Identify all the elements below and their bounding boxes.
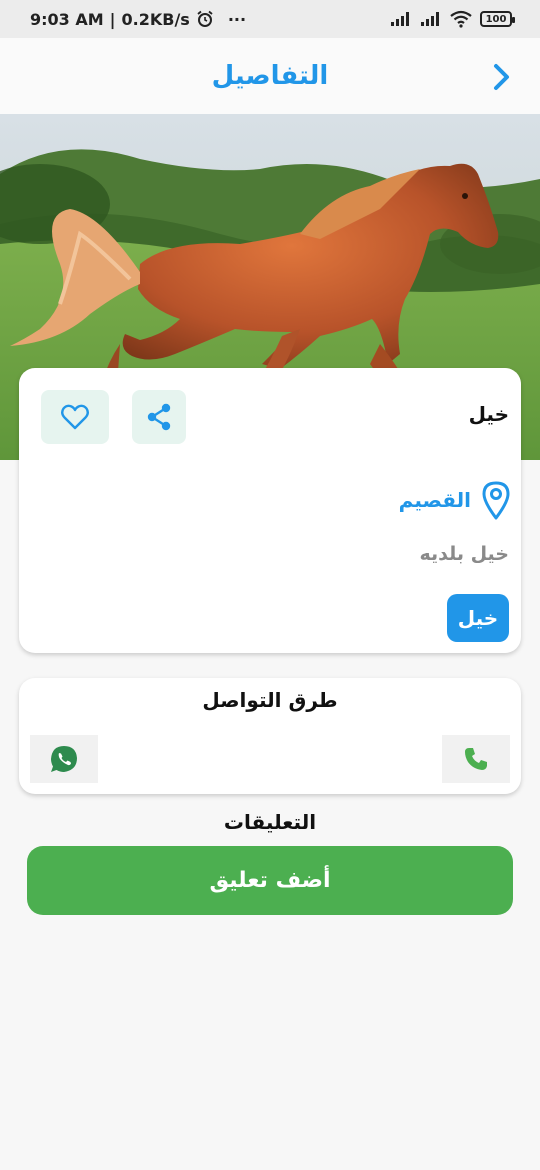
signal-icon bbox=[421, 12, 439, 26]
location-pin-icon bbox=[482, 481, 510, 520]
back-button[interactable] bbox=[488, 62, 516, 92]
whatsapp-icon bbox=[51, 746, 77, 772]
wifi-icon bbox=[450, 10, 472, 28]
phone-icon bbox=[465, 748, 487, 770]
status-right: 100 bbox=[390, 10, 515, 28]
app-bar: التفاصيل bbox=[0, 38, 540, 114]
page-title: التفاصيل bbox=[211, 61, 329, 91]
status-bar: 9:03 AM | 0.2KB/s ··· 100 bbox=[0, 0, 540, 38]
category-chip[interactable]: خيل bbox=[447, 594, 509, 642]
chevron-right-icon bbox=[494, 64, 509, 90]
add-comment-button[interactable]: أضف تعليق bbox=[27, 846, 513, 915]
location-text: القصيم bbox=[398, 488, 471, 512]
item-description: خيل بلديه bbox=[419, 543, 509, 565]
comments-title: التعليقات bbox=[223, 810, 317, 834]
share-icon bbox=[147, 403, 171, 431]
details-card: خيل القصيم خيل بلديه خيل bbox=[19, 368, 521, 653]
whatsapp-button[interactable] bbox=[30, 735, 98, 783]
heart-icon bbox=[61, 404, 89, 430]
status-more: ··· bbox=[227, 9, 247, 29]
status-separator: | bbox=[109, 9, 116, 29]
battery-icon: 100 bbox=[480, 11, 515, 27]
status-time: 9:03 AM bbox=[30, 9, 104, 29]
contact-title: طرق التواصل bbox=[202, 688, 338, 712]
status-left: 9:03 AM | 0.2KB/s ··· bbox=[30, 10, 246, 29]
status-speed: 0.2KB/s bbox=[121, 9, 190, 29]
share-button[interactable] bbox=[132, 390, 186, 444]
favorite-button[interactable] bbox=[41, 390, 109, 444]
item-name: خيل bbox=[468, 402, 509, 426]
contact-card: طرق التواصل bbox=[19, 678, 521, 794]
phone-button[interactable] bbox=[442, 735, 510, 783]
battery-level: 100 bbox=[485, 13, 507, 25]
signal-icon bbox=[391, 12, 409, 26]
location-row[interactable]: القصيم bbox=[399, 480, 511, 520]
alarm-icon bbox=[197, 10, 213, 27]
